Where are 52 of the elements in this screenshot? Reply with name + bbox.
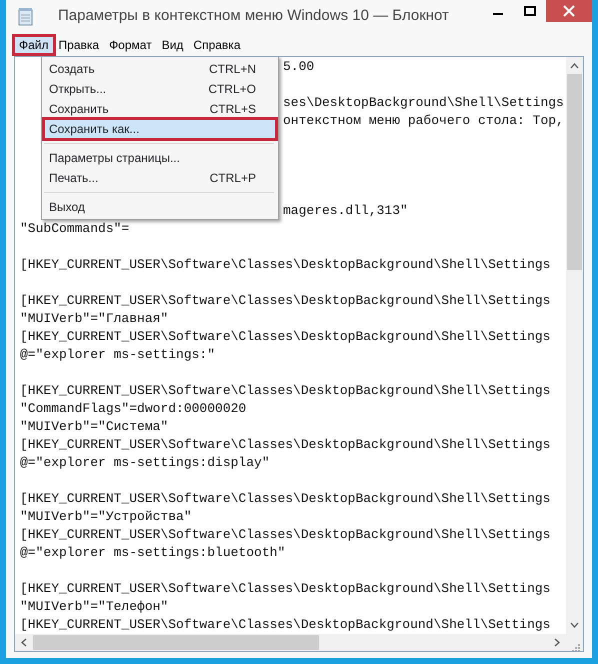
menu-item[interactable]: Сохранить как... (44, 119, 276, 139)
text-line: [HKEY_CURRENT_USER\Software\Classes\DesktopBackground\Shell\Settings (20, 580, 550, 598)
text-line: [HKEY_CURRENT_USER\Software\Classes\DesktopBackground\Shell\Settings (20, 436, 550, 454)
text-line: @="explorer ms-settings:bluetooth" (20, 544, 286, 562)
menu-item[interactable]: Параметры страницы... (44, 148, 276, 168)
scroll-up-icon[interactable] (570, 63, 579, 69)
menu-item[interactable]: Выход (44, 197, 276, 217)
text-line: @="explorer ms-settings:" (20, 346, 216, 364)
text-line: [HKEY_CURRENT_USER\Software\Classes\DesktopBackground\Shell\Settings (20, 616, 550, 634)
text-line: [HKEY_CURRENT_USER\Software\Classes\DesktopBackground\Shell\Settings (20, 292, 550, 310)
text-line: "SubCommands"= (20, 220, 130, 238)
horizontal-scrollbar[interactable] (15, 634, 566, 651)
text-line: [HKEY_CURRENT_USER\Software\Classes\DesktopBackground\Shell\Settings (20, 256, 550, 274)
scroll-down-icon[interactable] (570, 622, 579, 628)
menu-item[interactable]: Вид (156, 36, 188, 54)
text-line: "MUIVerb"="Система" (20, 418, 168, 436)
text-line: "CommandFlags"=dword:00000020 (20, 400, 246, 418)
shortcut-label: CTRL+S (210, 101, 256, 118)
menu-item[interactable]: Создать CTRL+N (44, 59, 276, 79)
maximize-icon[interactable] (524, 6, 536, 16)
shortcut-label: CTRL+N (208, 61, 256, 78)
window-title: Параметры в контекстном меню Windows 10 — Блокнот (58, 6, 449, 26)
scroll-thumb[interactable] (567, 74, 582, 270)
text-line: "MUIVerb"="Телефон" (20, 598, 168, 616)
menu-item[interactable]: Открыть... CTRL+O (44, 79, 276, 99)
shortcut-label: CTRL+O (208, 81, 256, 98)
scroll-right-icon[interactable] (554, 638, 560, 647)
text-line: "MUIVerb"="Устройства" (20, 508, 192, 526)
text-line: [HKEY_CURRENT_USER\Software\Classes\DesktopBackground\Shell\Settings (20, 382, 550, 400)
menu-item[interactable]: Правка (54, 36, 104, 54)
menu-item[interactable]: Сохранить CTRL+S (44, 99, 276, 119)
text-line: [HKEY_CURRENT_USER\Software\Classes\DesktopBackground\Shell\Settings (20, 526, 550, 544)
text-line: 5.00 (283, 58, 314, 76)
vertical-scrollbar[interactable] (566, 57, 583, 634)
close-icon[interactable] (563, 5, 575, 17)
menu-item[interactable]: Печать... CTRL+P (44, 168, 276, 188)
scroll-left-icon[interactable] (21, 638, 27, 647)
text-line: онтекстном меню рабочего стола: Top, (283, 112, 564, 130)
notepad-icon (18, 8, 34, 26)
close-button[interactable] (546, 0, 592, 22)
text-line: ses\DesktopBackground\Shell\Settings (283, 94, 564, 112)
menu-item[interactable]: Файл (14, 36, 54, 54)
scroll-thumb[interactable] (33, 635, 319, 650)
text-line: mageres.dll,313" (283, 202, 408, 220)
shortcut-label: CTRL+P (210, 170, 256, 187)
text-line: "MUIVerb"="Главная" (20, 310, 168, 328)
text-line: @="explorer ms-settings:display" (20, 454, 270, 472)
text-line: [HKEY_CURRENT_USER\Software\Classes\DesktopBackground\Shell\Settings (20, 328, 550, 346)
menu-item[interactable]: Формат (104, 36, 157, 54)
menu-item[interactable]: Справка (188, 36, 246, 54)
resize-grip-icon[interactable] (570, 642, 580, 651)
text-line: [HKEY_CURRENT_USER\Software\Classes\DesktopBackground\Shell\Settings (20, 490, 550, 508)
